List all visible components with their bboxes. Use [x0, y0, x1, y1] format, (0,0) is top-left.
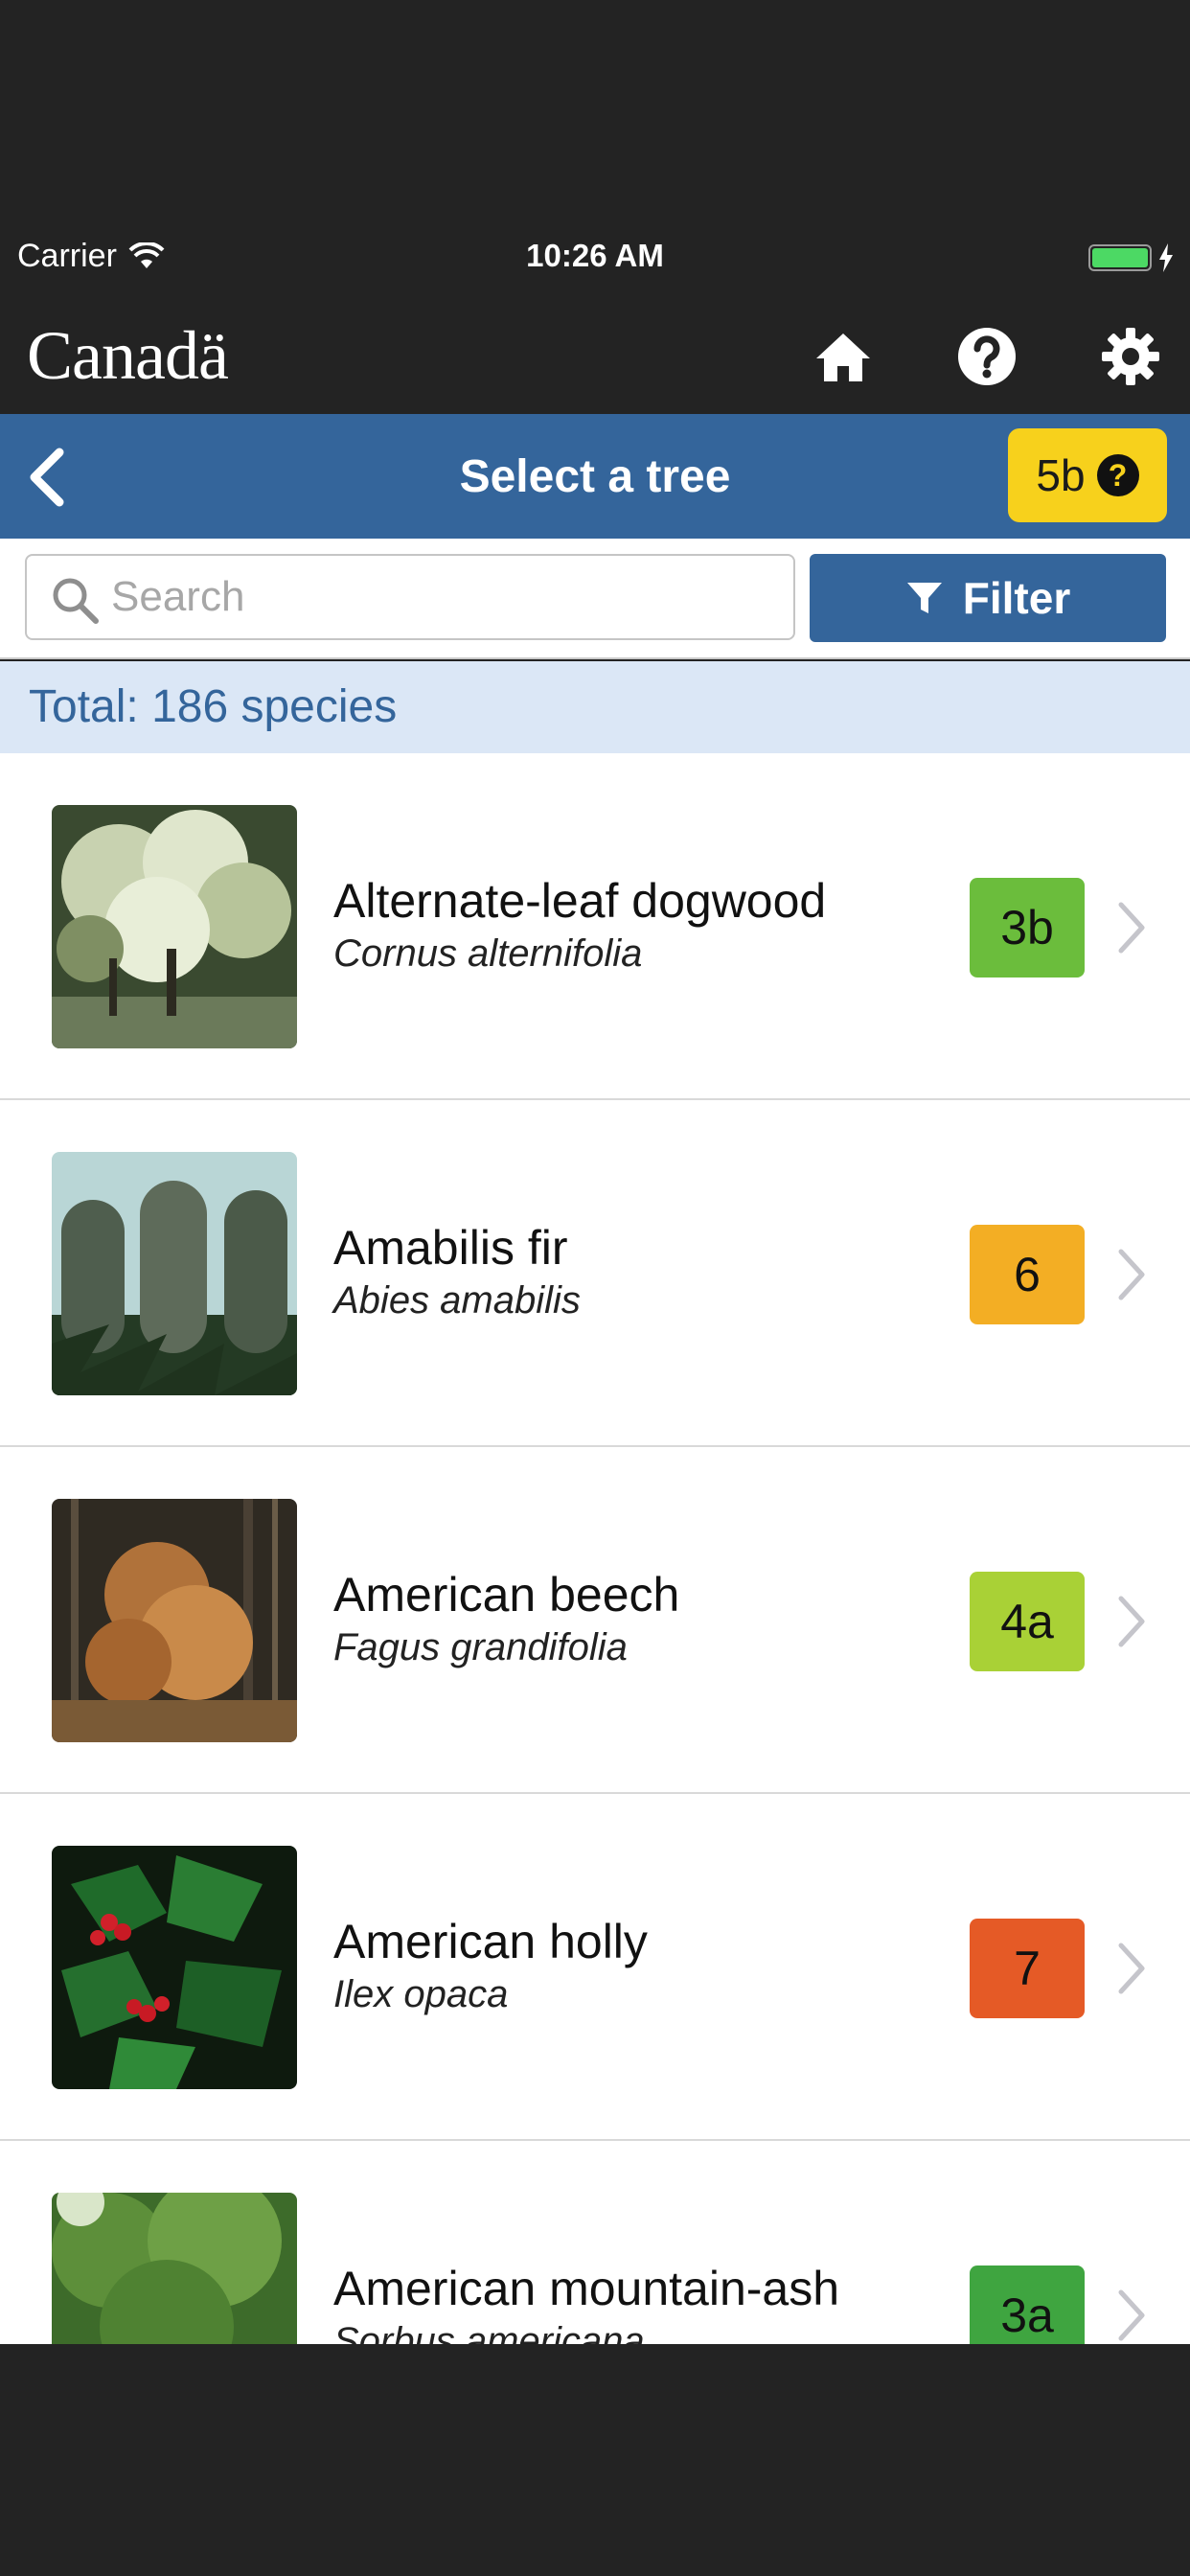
app-header: Canadä — [0, 297, 1190, 412]
battery-indicator — [1088, 243, 1175, 272]
species-row[interactable]: Alternate-leaf dogwood Cornus alternifol… — [0, 753, 1190, 1100]
scientific-name: Ilex opaca — [333, 1973, 509, 2015]
species-thumbnail-image — [52, 1499, 297, 1742]
status-time: 10:26 AM — [526, 238, 664, 273]
search-input[interactable] — [111, 569, 772, 625]
search-box[interactable] — [25, 554, 795, 640]
search-icon — [53, 578, 99, 624]
chevron-right-icon — [1118, 2289, 1145, 2341]
hardiness-zone-label: 5b — [1036, 450, 1086, 500]
hardiness-zone-button[interactable]: 5b ? — [1008, 428, 1167, 522]
title-bar: Select a tree 5b ? — [0, 414, 1190, 539]
species-names: American beech Fagus grandifolia — [333, 1566, 908, 1671]
zone-tag: 4a — [970, 1572, 1085, 1671]
chevron-right-icon — [1118, 1943, 1145, 1994]
scientific-name: Abies amabilis — [333, 1279, 581, 1322]
species-thumbnail-image — [52, 1152, 297, 1395]
home-icon[interactable] — [812, 326, 874, 387]
common-name: Alternate-leaf dogwood — [333, 874, 827, 928]
scientific-name: Fagus grandifolia — [333, 1626, 628, 1668]
canada-logo: Canadä — [27, 317, 229, 394]
search-row: Filter — [0, 539, 1190, 659]
common-name: Amabilis fir — [333, 1221, 568, 1275]
species-names: Alternate-leaf dogwood Cornus alternifol… — [333, 872, 908, 978]
species-thumbnail-image — [52, 2193, 297, 2344]
zone-tag: 3a — [970, 2266, 1085, 2344]
filter-button[interactable]: Filter — [810, 554, 1166, 642]
zone-help-icon: ? — [1096, 454, 1139, 496]
common-name: American beech — [333, 1568, 680, 1622]
species-list: Alternate-leaf dogwood Cornus alternifol… — [0, 753, 1190, 2344]
status-bar: Carrier 10:26 AM — [0, 230, 1190, 288]
species-thumbnail-image — [52, 805, 297, 1048]
charging-bolt-icon — [1159, 243, 1173, 272]
chevron-right-icon — [1118, 1596, 1145, 1647]
scientific-name: Sorbus americana — [333, 2320, 645, 2344]
filter-funnel-icon — [906, 583, 942, 613]
gear-icon[interactable] — [1100, 326, 1161, 387]
species-row[interactable]: American holly Ilex opaca 7 — [0, 1794, 1190, 2141]
scientific-name: Cornus alternifolia — [333, 932, 643, 975]
common-name: American holly — [333, 1915, 648, 1968]
app-screen: Carrier 10:26 AM Canadä Select a tree 5b… — [0, 0, 1190, 2576]
species-row[interactable]: Amabilis fir Abies amabilis 6 — [0, 1100, 1190, 1447]
chevron-right-icon — [1118, 902, 1145, 954]
battery-icon — [1088, 244, 1152, 271]
species-names: American mountain-ash Sorbus americana — [333, 2260, 908, 2344]
species-row[interactable]: American mountain-ash Sorbus americana 3… — [0, 2141, 1190, 2344]
bottom-dark-area — [0, 2344, 1190, 2576]
filter-label: Filter — [962, 573, 1071, 623]
battery-fill — [1092, 248, 1148, 267]
zone-tag: 6 — [970, 1225, 1085, 1324]
species-names: American holly Ilex opaca — [333, 1913, 908, 2018]
species-thumbnail-image — [52, 1846, 297, 2089]
help-icon[interactable] — [956, 326, 1018, 387]
common-name: American mountain-ash — [333, 2262, 840, 2315]
zone-tag: 7 — [970, 1919, 1085, 2018]
chevron-right-icon — [1118, 1249, 1145, 1300]
zone-tag: 3b — [970, 878, 1085, 978]
species-row[interactable]: American beech Fagus grandifolia 4a — [0, 1447, 1190, 1794]
species-total: Total: 186 species — [0, 661, 1190, 753]
species-names: Amabilis fir Abies amabilis — [333, 1219, 908, 1324]
